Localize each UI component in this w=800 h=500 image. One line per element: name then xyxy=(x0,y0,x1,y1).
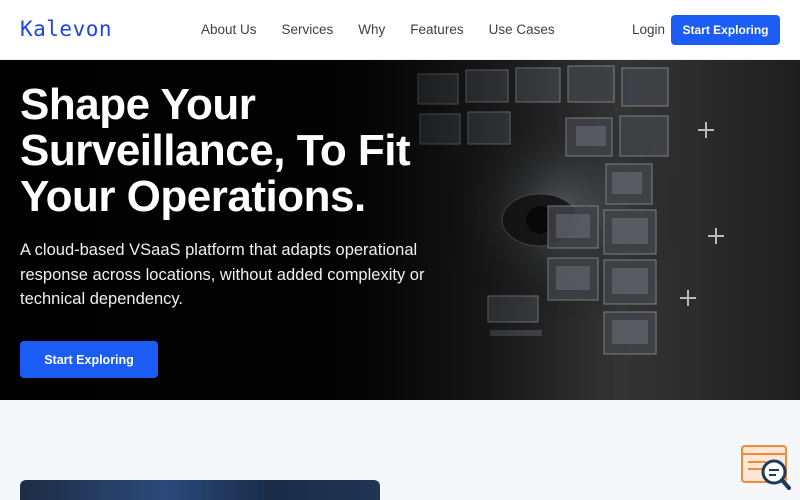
login-link[interactable]: Login xyxy=(632,22,665,37)
hero-heading-line-3: Your Operations. xyxy=(20,172,366,221)
nav-start-exploring-button[interactable]: Start Exploring xyxy=(671,15,780,45)
chat-search-icon[interactable] xyxy=(740,444,792,492)
hero-heading-line-2: Surveillance, To Fit xyxy=(20,126,411,175)
hero-section: Shape Your Surveillance, To Fit Your Ope… xyxy=(0,60,800,400)
nav-link-use-cases[interactable]: Use Cases xyxy=(489,22,555,37)
nav-link-services[interactable]: Services xyxy=(282,22,334,37)
main-nav: About Us Services Why Features Use Cases xyxy=(201,22,555,37)
hero-heading: Shape Your Surveillance, To Fit Your Ope… xyxy=(20,82,480,220)
section-preview-image xyxy=(20,480,380,500)
hero-heading-line-1: Shape Your xyxy=(20,80,256,129)
nav-link-about-us[interactable]: About Us xyxy=(201,22,257,37)
top-navbar: Kalevon About Us Services Why Features U… xyxy=(0,0,800,60)
hero-start-exploring-button[interactable]: Start Exploring xyxy=(20,341,158,378)
hero-subtitle: A cloud-based VSaaS platform that adapts… xyxy=(20,241,425,308)
content-section xyxy=(0,400,800,500)
brand-logo[interactable]: Kalevon xyxy=(20,17,112,41)
nav-link-features[interactable]: Features xyxy=(410,22,463,37)
nav-link-why[interactable]: Why xyxy=(358,22,385,37)
